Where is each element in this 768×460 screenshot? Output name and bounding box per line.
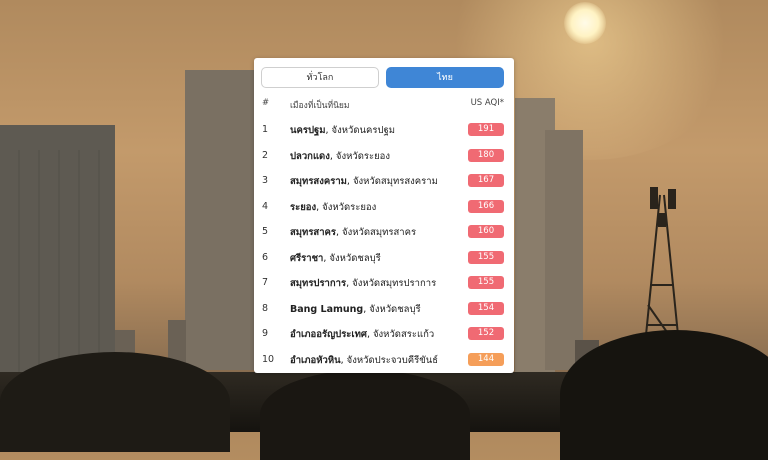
city-name: ระยอง — [290, 201, 317, 213]
sun — [564, 2, 606, 44]
city-name: Bang Lamung — [290, 303, 364, 315]
aqi-badge: 191 — [468, 123, 504, 136]
aqi-column-header: US AQI* — [470, 98, 504, 108]
city-name: ศรีราชา — [290, 252, 324, 264]
city-link[interactable]: Bang Lamung, จังหวัดชลบุรี — [290, 302, 421, 317]
aqi-badge: 144 — [468, 352, 504, 366]
aqi-badge: 154 — [468, 301, 504, 315]
rank-number: 6 — [262, 251, 269, 263]
table-row[interactable]: 8 Bang Lamung, จังหวัดชลบุรี 154 — [254, 296, 514, 321]
rank-number: 9 — [262, 328, 269, 339]
region-tabs: ทั่วโลก ไทย — [261, 67, 504, 88]
rank-number: 7 — [262, 277, 269, 288]
rank-number: 2 — [262, 149, 269, 161]
table-row[interactable]: 3 สมุทรสงคราม, จังหวัดสมุทรสงคราม 167 — [254, 168, 514, 193]
province-name: , จังหวัดชลบุรี — [363, 303, 421, 315]
aqi-badge: 155 — [468, 276, 504, 289]
city-name: สมุทรปราการ — [290, 278, 347, 289]
tree — [0, 352, 230, 452]
aqi-badge: 180 — [468, 148, 504, 162]
table-row[interactable]: 4 ระยอง, จังหวัดระยอง 166 — [254, 194, 514, 219]
province-name: , จังหวัดชลบุรี — [323, 252, 381, 264]
table-row[interactable]: 10 อำเภอหัวหิน, จังหวัดประจวบคีรีขันธ์ 144 — [254, 347, 514, 372]
city-link[interactable]: สมุทรสงคราม, จังหวัดสมุทรสงคราม — [290, 174, 438, 189]
province-name: , จังหวัดนครปฐม — [325, 125, 396, 136]
table-row[interactable]: 1 นครปฐม, จังหวัดนครปฐม 191 — [254, 117, 514, 142]
city-name: สมุทรสาคร — [290, 227, 337, 238]
rank-column-header: # — [262, 98, 270, 108]
city-link[interactable]: สมุทรปราการ, จังหวัดสมุทรปราการ — [290, 276, 436, 291]
city-link[interactable]: สมุทรสาคร, จังหวัดสมุทรสาคร — [290, 225, 416, 240]
city-name: อำเภอหัวหิน — [290, 354, 341, 366]
aqi-badge: 167 — [468, 174, 504, 187]
aqi-badge: 152 — [468, 327, 504, 340]
province-name: , จังหวัดสระแก้ว — [366, 329, 435, 340]
building — [185, 70, 255, 370]
province-name: , จังหวัดสมุทรปราการ — [346, 278, 437, 289]
building-facade — [0, 150, 115, 385]
city-name: ปลวกแดง — [290, 150, 330, 162]
tab-global[interactable]: ทั่วโลก — [261, 67, 379, 88]
city-link[interactable]: ศรีราชา, จังหวัดชลบุรี — [290, 251, 381, 266]
tree — [260, 370, 470, 460]
rank-number: 5 — [262, 226, 269, 237]
city-link[interactable]: ปลวกแดง, จังหวัดระยอง — [290, 149, 390, 164]
rank-number: 8 — [262, 302, 269, 314]
city-link[interactable]: อำเภอหัวหิน, จังหวัดประจวบคีรีขันธ์ — [290, 353, 438, 368]
tree — [560, 330, 768, 460]
province-name: , จังหวัดระยอง — [329, 150, 391, 162]
city-name: อำเภออรัญประเทศ — [290, 329, 367, 340]
table-row[interactable]: 2 ปลวกแดง, จังหวัดระยอง 180 — [254, 143, 514, 168]
table-row[interactable]: 9 อำเภออรัญประเทศ, จังหวัดสระแก้ว 152 — [254, 321, 514, 346]
city-link[interactable]: อำเภออรัญประเทศ, จังหวัดสระแก้ว — [290, 327, 434, 342]
aqi-badge: 166 — [468, 199, 504, 213]
rank-number: 1 — [262, 124, 269, 135]
aqi-badge: 155 — [468, 250, 504, 264]
rank-number: 3 — [262, 175, 269, 186]
aqi-ranking-panel: ทั่วโลก ไทย # เมืองที่เป็นที่นิยม US AQI… — [254, 58, 514, 373]
province-name: , จังหวัดระยอง — [316, 201, 377, 213]
city-column-header: เมืองที่เป็นที่นิยม — [290, 101, 350, 111]
city-link[interactable]: ระยอง, จังหวัดระยอง — [290, 200, 376, 215]
table-row[interactable]: 6 ศรีราชา, จังหวัดชลบุรี 155 — [254, 245, 514, 270]
rank-number: 4 — [262, 200, 269, 212]
table-row[interactable]: 5 สมุทรสาคร, จังหวัดสมุทรสาคร 160 — [254, 219, 514, 244]
rank-number: 10 — [262, 353, 275, 365]
table-row[interactable]: 7 สมุทรปราการ, จังหวัดสมุทรปราการ 155 — [254, 270, 514, 295]
province-name: , จังหวัดสมุทรสงคราม — [346, 176, 438, 187]
city-name: นครปฐม — [290, 125, 326, 136]
building — [545, 130, 583, 370]
province-name: , จังหวัดประจวบคีรีขันธ์ — [340, 354, 439, 366]
city-link[interactable]: นครปฐม, จังหวัดนครปฐม — [290, 123, 395, 138]
tab-thailand[interactable]: ไทย — [386, 67, 504, 88]
province-name: , จังหวัดสมุทรสาคร — [336, 227, 417, 238]
city-name: สมุทรสงคราม — [290, 176, 347, 187]
aqi-badge: 160 — [468, 225, 504, 238]
